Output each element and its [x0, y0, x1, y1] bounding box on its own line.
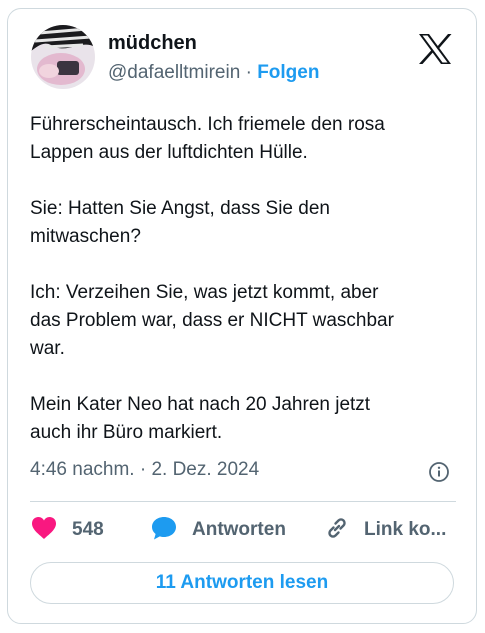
author-name[interactable]: müdchen [108, 31, 197, 55]
read-replies-button[interactable]: 11 Antworten lesen [30, 562, 454, 604]
speech-bubble-icon [150, 515, 178, 546]
copy-link-button[interactable]: Link ko... [324, 515, 446, 545]
heart-icon [30, 515, 58, 546]
author-handle[interactable]: @dafaelltmirein [108, 62, 240, 83]
separator-dot: · [245, 62, 252, 83]
avatar[interactable] [31, 25, 95, 89]
x-logo-icon[interactable] [418, 33, 452, 65]
reply-button[interactable]: Antworten [150, 515, 286, 545]
info-icon[interactable] [428, 461, 450, 483]
author-handle-row: @dafaelltmirein · Folgen [108, 61, 319, 85]
follow-button[interactable]: Folgen [257, 62, 319, 83]
like-count: 548 [72, 519, 104, 540]
reply-label: Antworten [192, 519, 286, 540]
tweet-card: müdchen @dafaelltmirein · Folgen Führers… [7, 8, 477, 624]
tweet-text: Führerscheintausch. Ich friemele den ros… [30, 114, 394, 443]
link-icon [324, 515, 350, 546]
like-button[interactable]: 548 [30, 515, 104, 545]
tweet-timestamp[interactable]: 4:46 nachm. · 2. Dez. 2024 [30, 457, 259, 483]
divider [30, 501, 456, 502]
copy-link-label: Link ko... [364, 519, 447, 540]
